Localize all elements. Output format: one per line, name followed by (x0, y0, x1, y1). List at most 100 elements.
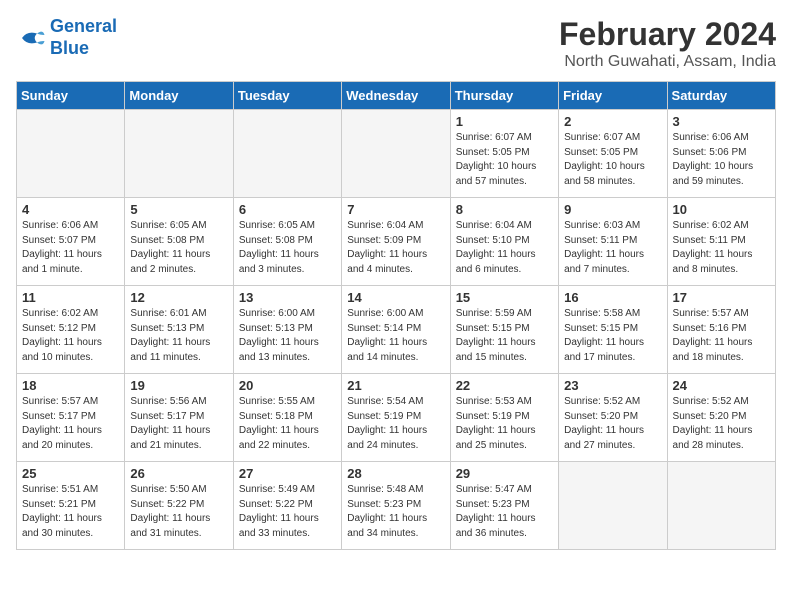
day-number: 16 (564, 290, 661, 305)
day-info: Sunrise: 5:51 AM Sunset: 5:21 PM Dayligh… (22, 483, 119, 541)
logo: General Blue (16, 16, 117, 59)
calendar-cell: 10 Sunrise: 6:02 AM Sunset: 5:11 PM Dayli… (667, 198, 775, 286)
calendar-cell: 8 Sunrise: 6:04 AM Sunset: 5:10 PM Daylig… (450, 198, 558, 286)
header-wednesday: Wednesday (342, 82, 450, 110)
calendar-body: 1 Sunrise: 6:07 AM Sunset: 5:05 PM Daylig… (17, 110, 776, 550)
calendar-header: SundayMondayTuesdayWednesdayThursdayFrid… (17, 82, 776, 110)
calendar-cell: 5 Sunrise: 6:05 AM Sunset: 5:08 PM Daylig… (125, 198, 233, 286)
header-monday: Monday (125, 82, 233, 110)
day-number: 21 (347, 378, 444, 393)
day-info: Sunrise: 6:03 AM Sunset: 5:11 PM Dayligh… (564, 219, 661, 277)
day-number: 25 (22, 466, 119, 481)
calendar-cell: 19 Sunrise: 5:56 AM Sunset: 5:17 PM Dayli… (125, 374, 233, 462)
calendar-cell: 23 Sunrise: 5:52 AM Sunset: 5:20 PM Dayli… (559, 374, 667, 462)
day-number: 2 (564, 114, 661, 129)
day-info: Sunrise: 6:07 AM Sunset: 5:05 PM Dayligh… (456, 131, 553, 189)
day-number: 23 (564, 378, 661, 393)
calendar-cell (342, 110, 450, 198)
calendar-cell (559, 462, 667, 550)
day-number: 20 (239, 378, 336, 393)
day-info: Sunrise: 5:49 AM Sunset: 5:22 PM Dayligh… (239, 483, 336, 541)
day-info: Sunrise: 6:02 AM Sunset: 5:12 PM Dayligh… (22, 307, 119, 365)
calendar-cell: 27 Sunrise: 5:49 AM Sunset: 5:22 PM Dayli… (233, 462, 341, 550)
day-number: 19 (130, 378, 227, 393)
day-info: Sunrise: 5:52 AM Sunset: 5:20 PM Dayligh… (564, 395, 661, 453)
header-saturday: Saturday (667, 82, 775, 110)
day-number: 24 (673, 378, 770, 393)
day-info: Sunrise: 5:50 AM Sunset: 5:22 PM Dayligh… (130, 483, 227, 541)
day-number: 28 (347, 466, 444, 481)
logo-text: General Blue (50, 16, 117, 59)
calendar-cell: 24 Sunrise: 5:52 AM Sunset: 5:20 PM Dayli… (667, 374, 775, 462)
day-info: Sunrise: 6:06 AM Sunset: 5:07 PM Dayligh… (22, 219, 119, 277)
day-info: Sunrise: 6:00 AM Sunset: 5:13 PM Dayligh… (239, 307, 336, 365)
header-tuesday: Tuesday (233, 82, 341, 110)
header-sunday: Sunday (17, 82, 125, 110)
day-number: 9 (564, 202, 661, 217)
calendar-cell: 7Sunrise: 6:04 AM Sunset: 5:09 PM Daylig… (342, 198, 450, 286)
day-number: 26 (130, 466, 227, 481)
day-number: 14 (347, 290, 444, 305)
calendar-cell: 17 Sunrise: 5:57 AM Sunset: 5:16 PM Dayli… (667, 286, 775, 374)
header-thursday: Thursday (450, 82, 558, 110)
day-info: Sunrise: 5:54 AM Sunset: 5:19 PM Dayligh… (347, 395, 444, 453)
day-number: 5 (130, 202, 227, 217)
calendar-cell: 14 Sunrise: 6:00 AM Sunset: 5:14 PM Dayli… (342, 286, 450, 374)
calendar-cell: 11 Sunrise: 6:02 AM Sunset: 5:12 PM Dayli… (17, 286, 125, 374)
calendar-table: SundayMondayTuesdayWednesdayThursdayFrid… (16, 81, 776, 550)
day-info: Sunrise: 5:47 AM Sunset: 5:23 PM Dayligh… (456, 483, 553, 541)
calendar-cell: 6Sunrise: 6:05 AM Sunset: 5:08 PM Daylig… (233, 198, 341, 286)
day-info: Sunrise: 6:04 AM Sunset: 5:10 PM Dayligh… (456, 219, 553, 277)
day-number: 3 (673, 114, 770, 129)
calendar-cell: 15Sunrise: 5:59 AM Sunset: 5:15 PM Dayli… (450, 286, 558, 374)
week-row-1: 4 Sunrise: 6:06 AM Sunset: 5:07 PM Daylig… (17, 198, 776, 286)
day-info: Sunrise: 5:56 AM Sunset: 5:17 PM Dayligh… (130, 395, 227, 453)
calendar-cell: 26 Sunrise: 5:50 AM Sunset: 5:22 PM Dayli… (125, 462, 233, 550)
day-info: Sunrise: 6:00 AM Sunset: 5:14 PM Dayligh… (347, 307, 444, 365)
calendar-cell (233, 110, 341, 198)
day-number: 12 (130, 290, 227, 305)
calendar-cell: 21 Sunrise: 5:54 AM Sunset: 5:19 PM Dayli… (342, 374, 450, 462)
calendar-cell (17, 110, 125, 198)
day-info: Sunrise: 6:06 AM Sunset: 5:06 PM Dayligh… (673, 131, 770, 189)
day-info: Sunrise: 5:52 AM Sunset: 5:20 PM Dayligh… (673, 395, 770, 453)
day-info: Sunrise: 5:48 AM Sunset: 5:23 PM Dayligh… (347, 483, 444, 541)
calendar-title: February 2024 (559, 16, 776, 53)
day-number: 10 (673, 202, 770, 217)
day-number: 11 (22, 290, 119, 305)
day-info: Sunrise: 6:01 AM Sunset: 5:13 PM Dayligh… (130, 307, 227, 365)
week-row-0: 1 Sunrise: 6:07 AM Sunset: 5:05 PM Daylig… (17, 110, 776, 198)
calendar-cell: 16 Sunrise: 5:58 AM Sunset: 5:15 PM Dayli… (559, 286, 667, 374)
calendar-cell: 20 Sunrise: 5:55 AM Sunset: 5:18 PM Dayli… (233, 374, 341, 462)
day-info: Sunrise: 5:55 AM Sunset: 5:18 PM Dayligh… (239, 395, 336, 453)
day-number: 17 (673, 290, 770, 305)
calendar-cell: 12 Sunrise: 6:01 AM Sunset: 5:13 PM Dayli… (125, 286, 233, 374)
day-info: Sunrise: 5:57 AM Sunset: 5:17 PM Dayligh… (22, 395, 119, 453)
day-number: 27 (239, 466, 336, 481)
calendar-cell: 9 Sunrise: 6:03 AM Sunset: 5:11 PM Daylig… (559, 198, 667, 286)
week-row-3: 18Sunrise: 5:57 AM Sunset: 5:17 PM Dayli… (17, 374, 776, 462)
day-number: 6 (239, 202, 336, 217)
page-header: General Blue February 2024 North Guwahat… (16, 16, 776, 71)
day-info: Sunrise: 6:07 AM Sunset: 5:05 PM Dayligh… (564, 131, 661, 189)
logo-bird-icon (16, 23, 46, 53)
week-row-4: 25 Sunrise: 5:51 AM Sunset: 5:21 PM Dayli… (17, 462, 776, 550)
day-info: Sunrise: 6:05 AM Sunset: 5:08 PM Dayligh… (130, 219, 227, 277)
day-number: 4 (22, 202, 119, 217)
calendar-cell: 18Sunrise: 5:57 AM Sunset: 5:17 PM Dayli… (17, 374, 125, 462)
day-info: Sunrise: 6:02 AM Sunset: 5:11 PM Dayligh… (673, 219, 770, 277)
calendar-cell: 25 Sunrise: 5:51 AM Sunset: 5:21 PM Dayli… (17, 462, 125, 550)
day-info: Sunrise: 5:58 AM Sunset: 5:15 PM Dayligh… (564, 307, 661, 365)
calendar-cell: 3 Sunrise: 6:06 AM Sunset: 5:06 PM Daylig… (667, 110, 775, 198)
calendar-cell: 13 Sunrise: 6:00 AM Sunset: 5:13 PM Dayli… (233, 286, 341, 374)
calendar-cell: 4 Sunrise: 6:06 AM Sunset: 5:07 PM Daylig… (17, 198, 125, 286)
day-number: 8 (456, 202, 553, 217)
day-number: 1 (456, 114, 553, 129)
week-row-2: 11 Sunrise: 6:02 AM Sunset: 5:12 PM Dayli… (17, 286, 776, 374)
day-info: Sunrise: 5:57 AM Sunset: 5:16 PM Dayligh… (673, 307, 770, 365)
title-area: February 2024 North Guwahati, Assam, Ind… (559, 16, 776, 71)
day-info: Sunrise: 5:59 AM Sunset: 5:15 PM Dayligh… (456, 307, 553, 365)
header-row: SundayMondayTuesdayWednesdayThursdayFrid… (17, 82, 776, 110)
day-number: 13 (239, 290, 336, 305)
calendar-subtitle: North Guwahati, Assam, India (559, 53, 776, 71)
